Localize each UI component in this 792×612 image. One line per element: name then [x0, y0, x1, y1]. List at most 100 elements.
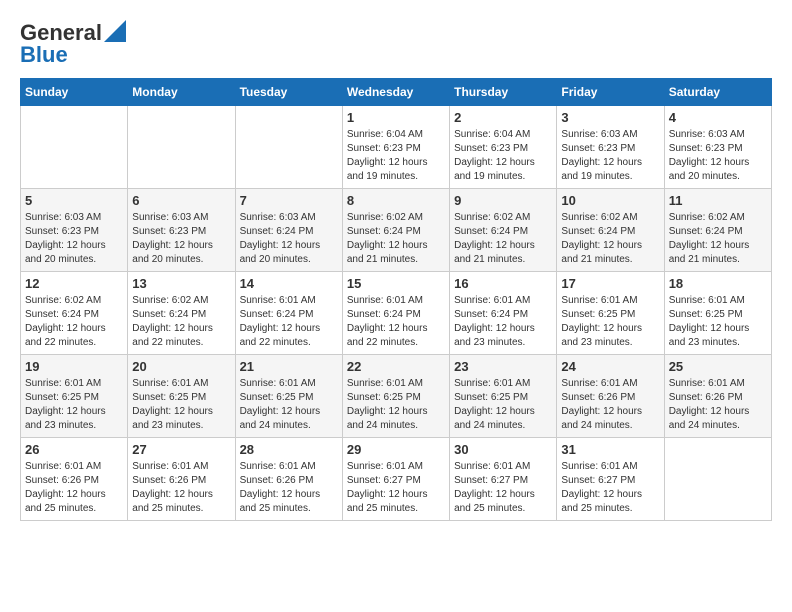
day-info: Sunrise: 6:03 AM Sunset: 6:23 PM Dayligh… — [132, 211, 230, 267]
day-number: 7 — [240, 193, 338, 208]
calendar-cell: 31 Sunrise: 6:01 AM Sunset: 6:27 PM Dayli… — [557, 438, 664, 521]
calendar-cell: 25 Sunrise: 6:01 AM Sunset: 6:26 PM Dayli… — [664, 355, 771, 438]
calendar-cell: 6 Sunrise: 6:03 AM Sunset: 6:23 PM Daylig… — [128, 189, 235, 272]
day-info: Sunrise: 6:01 AM Sunset: 6:27 PM Dayligh… — [454, 460, 552, 516]
day-info: Sunrise: 6:03 AM Sunset: 6:23 PM Dayligh… — [25, 211, 123, 267]
calendar-cell: 5 Sunrise: 6:03 AM Sunset: 6:23 PM Daylig… — [21, 189, 128, 272]
calendar-cell: 10Sunrise: 6:02 AM Sunset: 6:24 PM Dayli… — [557, 189, 664, 272]
day-info: Sunrise: 6:02 AM Sunset: 6:24 PM Dayligh… — [347, 211, 445, 267]
weekday-header-tuesday: Tuesday — [235, 79, 342, 106]
calendar-week-row: 12Sunrise: 6:02 AM Sunset: 6:24 PM Dayli… — [21, 272, 772, 355]
day-number: 18 — [669, 276, 767, 291]
calendar-cell: 19 Sunrise: 6:01 AM Sunset: 6:25 PM Dayli… — [21, 355, 128, 438]
day-number: 11 — [669, 193, 767, 208]
calendar-cell: 9Sunrise: 6:02 AM Sunset: 6:24 PM Daylig… — [450, 189, 557, 272]
calendar-cell: 3 Sunrise: 6:03 AM Sunset: 6:23 PM Daylig… — [557, 106, 664, 189]
day-info: Sunrise: 6:01 AM Sunset: 6:26 PM Dayligh… — [669, 377, 767, 433]
day-info: Sunrise: 6:01 AM Sunset: 6:24 PM Dayligh… — [347, 294, 445, 350]
day-number: 27 — [132, 442, 230, 457]
day-number: 20 — [132, 359, 230, 374]
day-info: Sunrise: 6:01 AM Sunset: 6:25 PM Dayligh… — [669, 294, 767, 350]
day-info: Sunrise: 6:02 AM Sunset: 6:24 PM Dayligh… — [561, 211, 659, 267]
day-number: 19 — [25, 359, 123, 374]
calendar-week-row: 5 Sunrise: 6:03 AM Sunset: 6:23 PM Daylig… — [21, 189, 772, 272]
day-number: 17 — [561, 276, 659, 291]
calendar-cell: 11 Sunrise: 6:02 AM Sunset: 6:24 PM Dayli… — [664, 189, 771, 272]
calendar-cell — [235, 106, 342, 189]
day-info: Sunrise: 6:02 AM Sunset: 6:24 PM Dayligh… — [132, 294, 230, 350]
day-number: 31 — [561, 442, 659, 457]
calendar-cell: 29Sunrise: 6:01 AM Sunset: 6:27 PM Dayli… — [342, 438, 449, 521]
logo-block: General Blue — [20, 20, 126, 68]
day-number: 22 — [347, 359, 445, 374]
page-container: General Blue SundayMondayTuesdayWednesda… — [20, 20, 772, 521]
day-number: 6 — [132, 193, 230, 208]
calendar-table: SundayMondayTuesdayWednesdayThursdayFrid… — [20, 78, 772, 521]
day-info: Sunrise: 6:03 AM Sunset: 6:23 PM Dayligh… — [669, 128, 767, 184]
calendar-cell — [128, 106, 235, 189]
day-number: 30 — [454, 442, 552, 457]
day-info: Sunrise: 6:01 AM Sunset: 6:25 PM Dayligh… — [240, 377, 338, 433]
day-number: 23 — [454, 359, 552, 374]
calendar-cell: 1Sunrise: 6:04 AM Sunset: 6:23 PM Daylig… — [342, 106, 449, 189]
calendar-cell: 30 Sunrise: 6:01 AM Sunset: 6:27 PM Dayli… — [450, 438, 557, 521]
weekday-header-friday: Friday — [557, 79, 664, 106]
calendar-cell: 26Sunrise: 6:01 AM Sunset: 6:26 PM Dayli… — [21, 438, 128, 521]
weekday-header-wednesday: Wednesday — [342, 79, 449, 106]
calendar-cell: 21 Sunrise: 6:01 AM Sunset: 6:25 PM Dayli… — [235, 355, 342, 438]
day-info: Sunrise: 6:02 AM Sunset: 6:24 PM Dayligh… — [669, 211, 767, 267]
day-info: Sunrise: 6:04 AM Sunset: 6:23 PM Dayligh… — [347, 128, 445, 184]
day-info: Sunrise: 6:01 AM Sunset: 6:25 PM Dayligh… — [454, 377, 552, 433]
calendar-cell: 15 Sunrise: 6:01 AM Sunset: 6:24 PM Dayli… — [342, 272, 449, 355]
day-number: 2 — [454, 110, 552, 125]
day-info: Sunrise: 6:01 AM Sunset: 6:25 PM Dayligh… — [25, 377, 123, 433]
day-info: Sunrise: 6:02 AM Sunset: 6:24 PM Dayligh… — [25, 294, 123, 350]
day-number: 24 — [561, 359, 659, 374]
day-number: 8 — [347, 193, 445, 208]
calendar-cell: 22Sunrise: 6:01 AM Sunset: 6:25 PM Dayli… — [342, 355, 449, 438]
day-info: Sunrise: 6:01 AM Sunset: 6:26 PM Dayligh… — [561, 377, 659, 433]
weekday-row: SundayMondayTuesdayWednesdayThursdayFrid… — [21, 79, 772, 106]
day-info: Sunrise: 6:01 AM Sunset: 6:24 PM Dayligh… — [240, 294, 338, 350]
day-number: 5 — [25, 193, 123, 208]
day-number: 25 — [669, 359, 767, 374]
calendar-cell: 28Sunrise: 6:01 AM Sunset: 6:26 PM Dayli… — [235, 438, 342, 521]
day-info: Sunrise: 6:01 AM Sunset: 6:26 PM Dayligh… — [25, 460, 123, 516]
calendar-cell — [664, 438, 771, 521]
day-number: 4 — [669, 110, 767, 125]
day-number: 15 — [347, 276, 445, 291]
day-info: Sunrise: 6:01 AM Sunset: 6:24 PM Dayligh… — [454, 294, 552, 350]
day-number: 9 — [454, 193, 552, 208]
logo-triangle-icon — [104, 20, 126, 42]
calendar-body: 1Sunrise: 6:04 AM Sunset: 6:23 PM Daylig… — [21, 106, 772, 521]
calendar-cell: 7 Sunrise: 6:03 AM Sunset: 6:24 PM Daylig… — [235, 189, 342, 272]
day-info: Sunrise: 6:03 AM Sunset: 6:23 PM Dayligh… — [561, 128, 659, 184]
day-info: Sunrise: 6:04 AM Sunset: 6:23 PM Dayligh… — [454, 128, 552, 184]
calendar-cell: 18 Sunrise: 6:01 AM Sunset: 6:25 PM Dayli… — [664, 272, 771, 355]
calendar-cell: 23 Sunrise: 6:01 AM Sunset: 6:25 PM Dayli… — [450, 355, 557, 438]
day-number: 3 — [561, 110, 659, 125]
calendar-cell: 13 Sunrise: 6:02 AM Sunset: 6:24 PM Dayli… — [128, 272, 235, 355]
calendar-cell: 20Sunrise: 6:01 AM Sunset: 6:25 PM Dayli… — [128, 355, 235, 438]
day-info: Sunrise: 6:03 AM Sunset: 6:24 PM Dayligh… — [240, 211, 338, 267]
calendar-cell: 8 Sunrise: 6:02 AM Sunset: 6:24 PM Daylig… — [342, 189, 449, 272]
day-number: 14 — [240, 276, 338, 291]
calendar-week-row: 26Sunrise: 6:01 AM Sunset: 6:26 PM Dayli… — [21, 438, 772, 521]
calendar-cell — [21, 106, 128, 189]
weekday-header-thursday: Thursday — [450, 79, 557, 106]
day-number: 21 — [240, 359, 338, 374]
day-number: 16 — [454, 276, 552, 291]
calendar-cell: 2 Sunrise: 6:04 AM Sunset: 6:23 PM Daylig… — [450, 106, 557, 189]
header: General Blue — [20, 20, 772, 68]
calendar-cell: 4 Sunrise: 6:03 AM Sunset: 6:23 PM Daylig… — [664, 106, 771, 189]
logo: General Blue — [20, 20, 126, 68]
weekday-header-saturday: Saturday — [664, 79, 771, 106]
calendar-cell: 24 Sunrise: 6:01 AM Sunset: 6:26 PM Dayli… — [557, 355, 664, 438]
day-number: 13 — [132, 276, 230, 291]
day-number: 28 — [240, 442, 338, 457]
weekday-header-sunday: Sunday — [21, 79, 128, 106]
weekday-header-monday: Monday — [128, 79, 235, 106]
day-info: Sunrise: 6:01 AM Sunset: 6:26 PM Dayligh… — [132, 460, 230, 516]
day-info: Sunrise: 6:01 AM Sunset: 6:27 PM Dayligh… — [561, 460, 659, 516]
calendar-cell: 12Sunrise: 6:02 AM Sunset: 6:24 PM Dayli… — [21, 272, 128, 355]
